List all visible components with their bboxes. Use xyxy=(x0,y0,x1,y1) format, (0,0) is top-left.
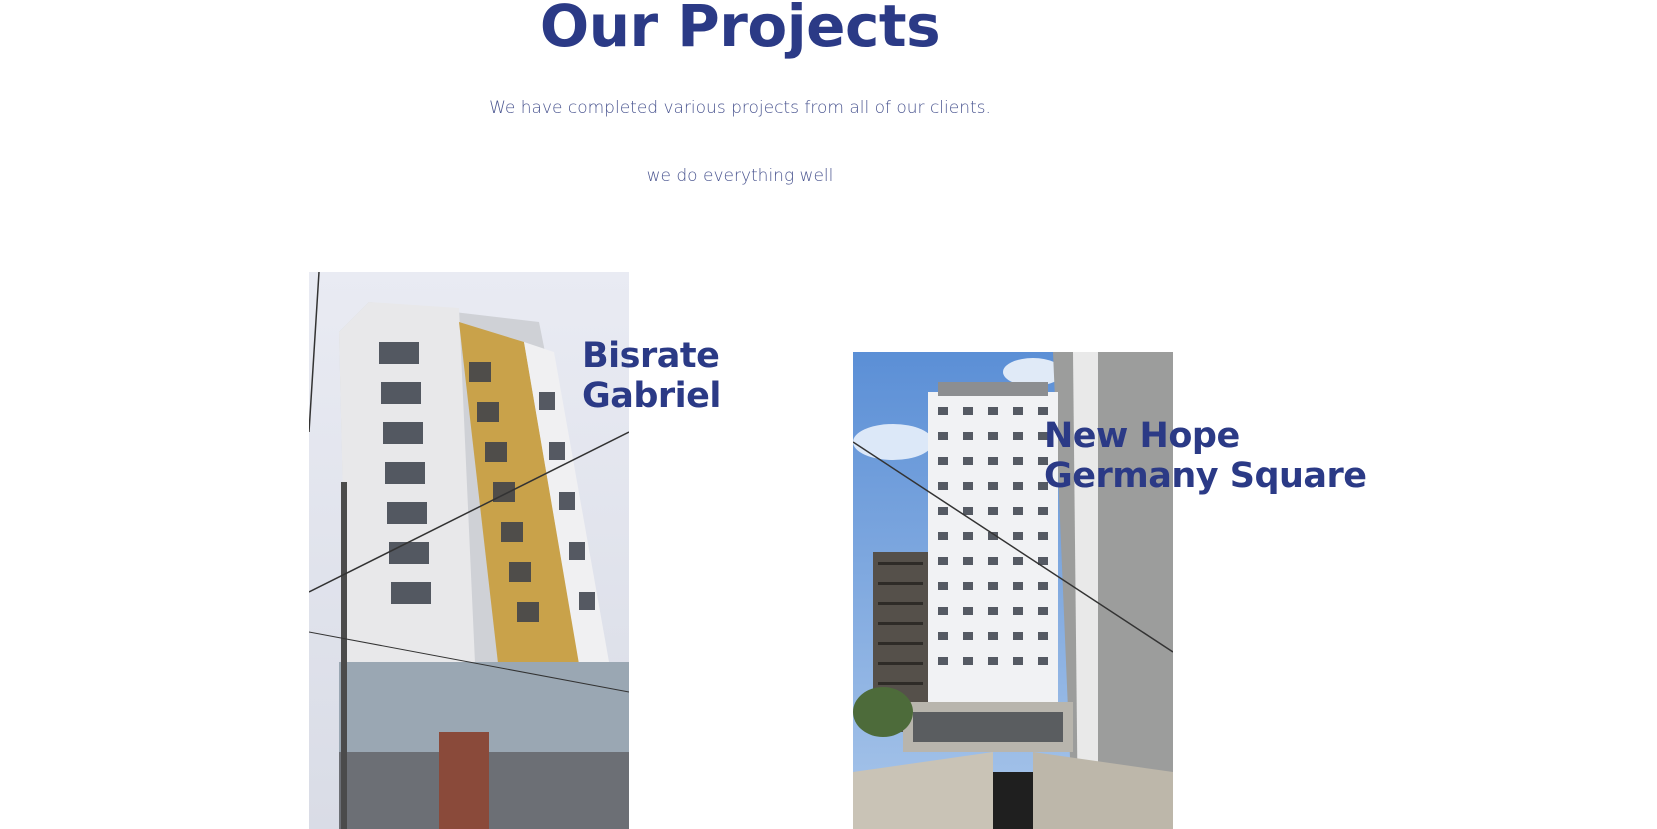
building-photo-illustration xyxy=(309,272,629,829)
project-photo-bisrate-gabriel[interactable] xyxy=(309,272,629,829)
project-name-line-2: Germany Square xyxy=(1044,456,1367,496)
project-name-new-hope-germany-square[interactable]: New Hope Germany Square xyxy=(1044,416,1367,496)
project-name-bisrate-gabriel[interactable]: Bisrate Gabriel xyxy=(582,336,721,416)
section-tagline: we do everything well xyxy=(646,166,834,186)
project-name-line-1: Bisrate xyxy=(582,336,720,376)
project-name-line-1: New Hope xyxy=(1044,416,1240,456)
section-subtitle: We have completed various projects from … xyxy=(489,98,991,118)
project-name-line-2: Gabriel xyxy=(582,376,721,416)
page-title: Our Projects xyxy=(539,0,941,60)
